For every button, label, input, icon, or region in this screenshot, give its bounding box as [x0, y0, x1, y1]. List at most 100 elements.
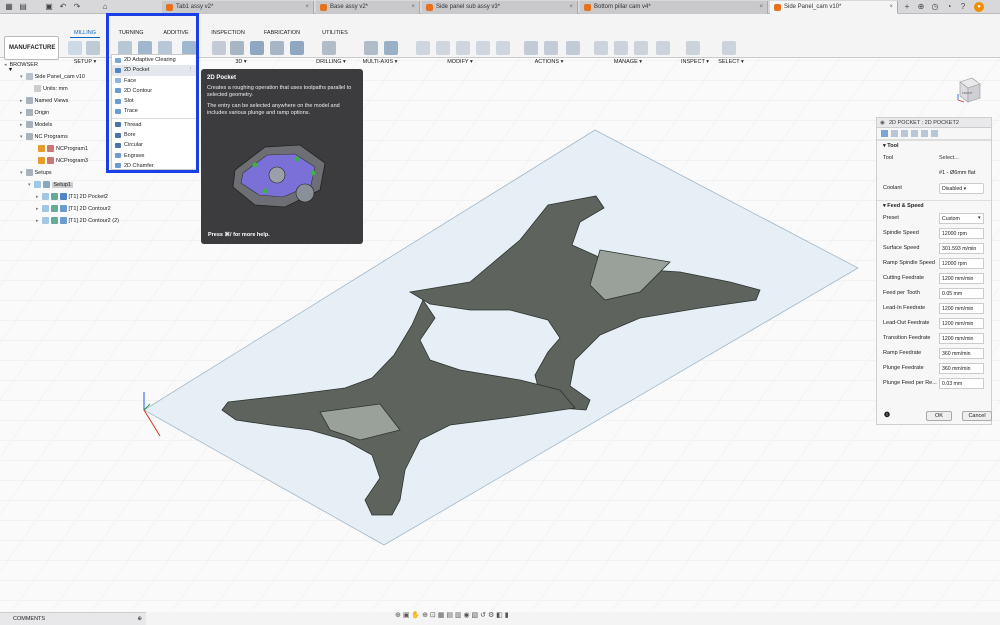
avatar[interactable]: ●	[974, 2, 984, 12]
chevron-down-icon[interactable]: ▾	[20, 74, 23, 80]
chevron-right-icon[interactable]: ▸	[36, 206, 39, 212]
tab-doc-4[interactable]: Bottom pillar cam v4* ×	[580, 1, 768, 14]
modify-copy-icon[interactable]	[456, 41, 470, 55]
3d-pocket-icon[interactable]	[230, 41, 244, 55]
browser-item-ncprogram1[interactable]: NCProgram1	[38, 144, 88, 154]
eye-icon[interactable]	[33, 181, 41, 189]
drill-icon[interactable]	[322, 41, 336, 55]
feed-row-value[interactable]: 12000 rpm	[939, 228, 984, 239]
display-settings-icon[interactable]: ▦	[438, 612, 445, 619]
browser-item-named-views[interactable]: ▸ Named Views	[20, 96, 68, 106]
browser-item-models[interactable]: ▸ Models	[20, 120, 52, 130]
grid-icon[interactable]: ▤	[446, 612, 453, 619]
menu-item-2d-contour[interactable]: 2D Contour	[112, 86, 196, 96]
close-icon[interactable]: ×	[305, 1, 309, 14]
viewports-icon[interactable]: ▥	[455, 612, 462, 619]
close-icon[interactable]: ×	[569, 1, 573, 14]
chevron-down-icon[interactable]: ▾	[978, 211, 981, 226]
tab-doc-2[interactable]: Base assy v2* ×	[316, 1, 420, 14]
browser-item-units[interactable]: Units: mm	[34, 84, 68, 94]
tab-doc-active[interactable]: Side Panel_cam v10* ×	[770, 1, 898, 14]
collapse-icon[interactable]: ◂	[4, 62, 7, 68]
menu-item-2d-adaptive[interactable]: 2D Adaptive Clearing	[112, 55, 196, 65]
more-options-icon[interactable]: ⋮	[188, 65, 194, 75]
modify-stock-icon[interactable]	[416, 41, 430, 55]
tab-tool-icon[interactable]	[881, 130, 888, 137]
tab-milling[interactable]: MILLING	[70, 29, 100, 38]
close-icon[interactable]: ×	[759, 1, 763, 14]
file-icon[interactable]: ▤	[18, 2, 28, 12]
tab-post-icon[interactable]	[931, 130, 938, 137]
feed-row-value[interactable]: 1200 mm/min	[939, 303, 984, 314]
feed-row-value[interactable]: 0.03 mm	[939, 378, 984, 389]
browser-header[interactable]: ◂ BROWSER	[4, 60, 38, 70]
menu-item-2d-chamfer[interactable]: 2D Chamfer	[112, 161, 196, 171]
machine-icon[interactable]: ⚙	[488, 612, 494, 619]
stock-icon[interactable]: ▧	[472, 612, 479, 619]
machine-library-icon[interactable]	[614, 41, 628, 55]
swarf-icon[interactable]	[384, 41, 398, 55]
multi-axis-icon[interactable]	[364, 41, 378, 55]
workspace-switcher[interactable]: MANUFACTURE ▾	[4, 36, 59, 73]
browser-item-setups[interactable]: ▾ Setups	[20, 168, 52, 178]
grid-menu-icon[interactable]: ▦	[4, 2, 14, 12]
feed-row-value[interactable]: 360 mm/min	[939, 348, 984, 359]
tool-display-icon[interactable]: ▮	[505, 612, 509, 619]
pocket-icon[interactable]	[138, 41, 152, 55]
section-tool[interactable]: ▾ Tool	[877, 140, 991, 151]
menu-item-bore[interactable]: Bore	[112, 130, 196, 140]
tab-heights-icon[interactable]	[901, 130, 908, 137]
extensions-icon[interactable]: ⊕	[916, 2, 926, 12]
menu-item-face[interactable]: Face	[112, 76, 196, 86]
section-feed-speed[interactable]: ▾ Feed & Speed	[877, 200, 991, 211]
fit-icon[interactable]: ⊡	[430, 612, 436, 619]
group-3d[interactable]: 3D ▾	[234, 59, 248, 65]
eye-icon[interactable]	[41, 217, 49, 225]
browser-item-op-contour2-2[interactable]: ▸ [T1] 2D Contour2 (2)	[36, 216, 119, 226]
chevron-right-icon[interactable]: ▸	[36, 194, 39, 200]
feed-row-value[interactable]: 0.05 mm	[939, 288, 984, 299]
add-comment-icon[interactable]: ⊕	[137, 613, 142, 625]
tab-doc-3[interactable]: Side panel sub assy v3* ×	[422, 1, 578, 14]
browser-item-setup1[interactable]: ▾ Setup1	[28, 180, 73, 190]
browser-item-ncprogram3[interactable]: NCProgram3	[38, 156, 88, 166]
adaptive-clearing-icon[interactable]	[118, 41, 132, 55]
menu-item-trace[interactable]: Trace	[112, 106, 196, 116]
look-at-icon[interactable]: ▣	[403, 612, 410, 619]
toolpath-icon[interactable]: ↺	[480, 612, 486, 619]
manage-icon[interactable]	[656, 41, 670, 55]
tab-passes-icon[interactable]	[911, 130, 918, 137]
menu-item-engrave[interactable]: Engrave	[112, 151, 196, 161]
chevron-right-icon[interactable]: ▸	[36, 218, 39, 224]
setup-sheet-icon[interactable]	[566, 41, 580, 55]
contour-icon[interactable]	[182, 41, 196, 55]
group-select[interactable]: SELECT ▾	[716, 59, 746, 65]
close-icon[interactable]: ×	[889, 1, 893, 13]
3d-adaptive-icon[interactable]	[212, 41, 226, 55]
new-tab-icon[interactable]: +	[902, 2, 912, 12]
tool-library-icon[interactable]	[594, 41, 608, 55]
chevron-down-icon[interactable]: ▾	[20, 170, 23, 176]
save-icon[interactable]: ▣	[44, 2, 54, 12]
3d-steep-icon[interactable]	[250, 41, 264, 55]
tab-linking-icon[interactable]	[921, 130, 928, 137]
notifications-icon[interactable]: ◔	[944, 2, 954, 12]
modify-pattern-icon[interactable]	[476, 41, 490, 55]
tool-select-button[interactable]: Select...	[939, 151, 959, 166]
undo-icon[interactable]: ↶	[58, 2, 68, 12]
group-drilling[interactable]: DRILLING ▾	[316, 59, 346, 65]
simulate-icon[interactable]	[524, 41, 538, 55]
zoom-icon[interactable]: ⊕	[422, 612, 428, 619]
group-multi-axis[interactable]: MULTI-AXIS ▾	[362, 59, 398, 65]
eye-icon[interactable]	[41, 205, 49, 213]
feed-row-value[interactable]: 1200 mm/min	[939, 318, 984, 329]
feed-row-value[interactable]: 360 mm/min	[939, 363, 984, 374]
3d-parallel-icon[interactable]	[270, 41, 284, 55]
orbit-icon[interactable]: ⊕	[395, 612, 401, 619]
info-icon[interactable]: ❶	[882, 411, 892, 421]
modify-icon[interactable]	[496, 41, 510, 55]
new-folder-icon[interactable]	[86, 41, 100, 55]
group-modify[interactable]: MODIFY ▾	[446, 59, 474, 65]
browser-item-nc-programs[interactable]: ▾ NC Programs	[20, 132, 68, 142]
chevron-right-icon[interactable]: ▸	[20, 110, 23, 116]
